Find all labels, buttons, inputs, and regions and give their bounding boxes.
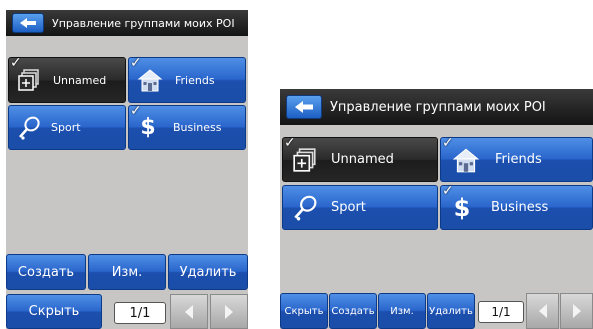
delete-button[interactable]: Удалить: [427, 293, 475, 329]
group-label: Friends: [175, 73, 215, 87]
edit-button[interactable]: Изм.: [378, 293, 426, 329]
back-button[interactable]: [12, 13, 44, 33]
group-tile-business[interactable]: ✓ $ Business: [440, 183, 593, 230]
page-indicator: 1/1: [114, 302, 166, 324]
group-label: Unnamed: [53, 73, 107, 87]
group-label: Unnamed: [331, 152, 394, 167]
tennis-racket-icon: [9, 115, 49, 141]
tennis-racket-icon: [283, 194, 327, 222]
group-label: Sport: [51, 121, 81, 134]
group-tile-friends[interactable]: ✓ Friends: [440, 135, 593, 182]
edit-button[interactable]: Изм.: [88, 254, 166, 290]
next-page-button[interactable]: [210, 294, 248, 329]
checkmark-icon: ✓: [442, 183, 454, 199]
title-bar: Управление группами моих POI: [280, 89, 593, 125]
back-button[interactable]: [286, 95, 322, 119]
prev-page-button[interactable]: [170, 294, 208, 329]
create-button[interactable]: Создать: [329, 293, 377, 329]
create-button[interactable]: Создать: [6, 254, 86, 290]
checkmark-icon: ✓: [284, 135, 296, 151]
delete-button[interactable]: Удалить: [168, 254, 248, 290]
chevron-left-icon: [538, 304, 547, 318]
group-tile-unnamed[interactable]: ✓ Unnamed: [282, 135, 438, 182]
group-tile-business[interactable]: ✓ $ Business: [128, 103, 246, 150]
screen-portrait: Управление группами моих POI ✓ Unnamed ✓: [6, 10, 248, 329]
group-tile-friends[interactable]: ✓ Friends: [128, 55, 246, 103]
group-tile-unnamed[interactable]: ✓ Unnamed: [8, 55, 126, 103]
group-tile-sport[interactable]: Sport: [282, 185, 438, 230]
group-label: Business: [491, 200, 549, 215]
checkmark-icon: ✓: [10, 55, 22, 71]
chevron-left-icon: [185, 304, 193, 319]
page-title: Управление группами моих POI: [52, 16, 235, 30]
group-label: Friends: [495, 152, 542, 167]
group-label: Sport: [331, 200, 366, 215]
group-label: Business: [173, 121, 222, 134]
page-indicator: 1/1: [478, 301, 524, 323]
chevron-right-icon: [225, 304, 233, 319]
group-tile-sport[interactable]: Sport: [8, 105, 126, 150]
checkmark-icon: ✓: [442, 135, 454, 151]
folder-plus-icon: [9, 68, 49, 92]
title-bar: Управление группами моих POI: [6, 10, 248, 36]
prev-page-button[interactable]: [526, 293, 559, 329]
checkmark-icon: ✓: [130, 103, 142, 119]
checkmark-icon: ✓: [130, 55, 142, 71]
hide-button[interactable]: Скрыть: [280, 293, 328, 329]
next-page-button[interactable]: [560, 293, 593, 329]
hide-button[interactable]: Скрыть: [6, 294, 102, 329]
back-arrow-icon: [20, 18, 36, 28]
chevron-right-icon: [572, 304, 581, 318]
back-arrow-icon: [295, 101, 313, 113]
screen-landscape: Управление группами моих POI ✓ Unnamed ✓: [280, 89, 593, 329]
page-title: Управление группами моих POI: [330, 99, 546, 115]
